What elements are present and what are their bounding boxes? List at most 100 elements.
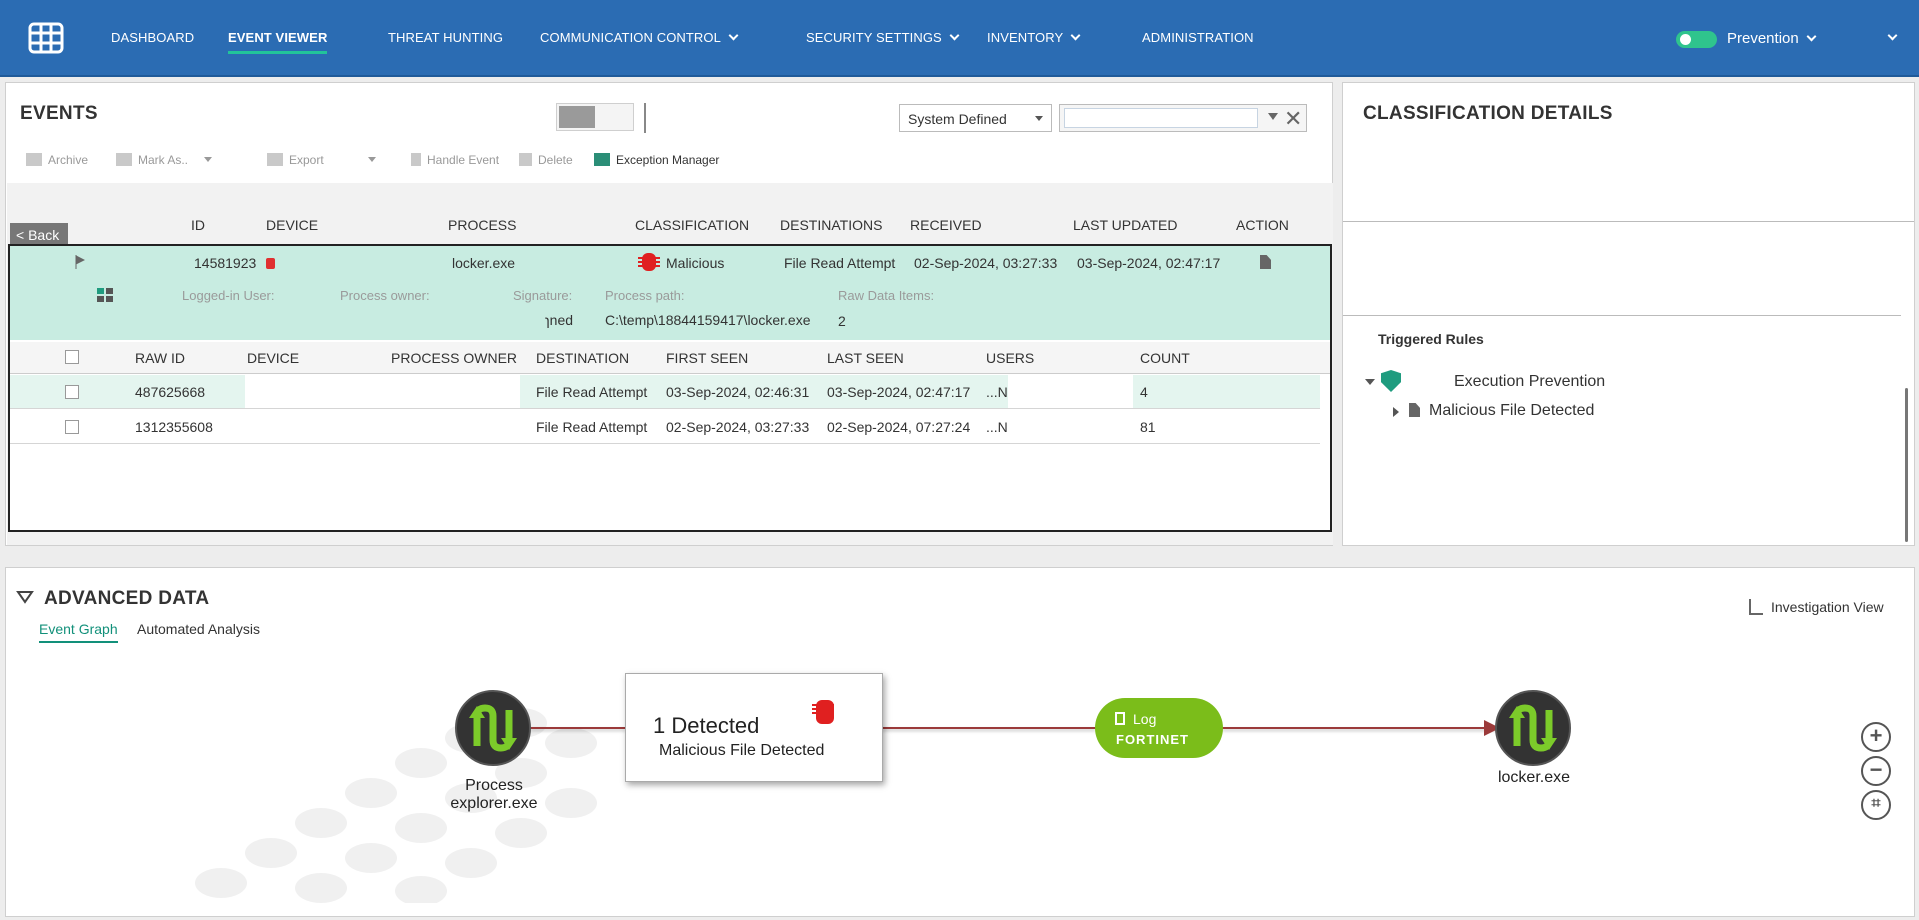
target-node[interactable] [1495,690,1571,766]
chevron-down-icon [1887,30,1898,41]
search-dropdown-icon[interactable] [1268,113,1278,120]
raw-users: ...N [986,384,1008,400]
collapse-icon[interactable] [1365,379,1375,385]
col-users[interactable]: USERS [986,350,1034,366]
zoom-in-button[interactable]: + [1861,722,1891,752]
detected-rule: Malicious File Detected [659,742,825,759]
col-device[interactable]: DEVICE [266,217,318,233]
target-node-name: locker.exe [1497,769,1571,786]
process-owner-label: Process owner: [340,288,430,303]
exception-manager-button[interactable]: Exception Manager [594,153,719,167]
raw-last-seen: 03-Sep-2024, 02:47:17 [827,384,971,400]
col-count[interactable]: COUNT [1140,350,1190,366]
detected-count: 1 Detected [653,713,760,738]
col-destinations[interactable]: DESTINATIONS [780,217,882,233]
nav-label: COMMUNICATION CONTROL [540,30,721,45]
device-view-icon[interactable] [559,106,595,128]
delete-button[interactable]: Delete [519,153,573,167]
tree-view-icon [1749,599,1763,615]
col-raw-device[interactable]: DEVICE [247,350,299,366]
select-all-checkbox[interactable] [65,350,79,364]
table-row[interactable]: 1312355608 File Read Attempt 02-Sep-2024… [10,410,1320,444]
row-checkbox[interactable] [65,420,79,434]
flag-icon [411,153,421,166]
raw-id: 1312355608 [135,419,213,435]
action-icon[interactable] [1260,255,1271,272]
policy-name[interactable]: Execution Prevention [1454,373,1605,391]
process-path-value: C:\temp\18844159417\locker.exe [605,312,811,328]
log-node[interactable]: Log FORTINET [1095,698,1223,758]
process-node-name: explorer.exe [450,795,538,812]
event-destinations: File Read Attempt [784,255,896,271]
nav-security-settings[interactable]: SECURITY SETTINGS [806,30,960,45]
process-icon [1509,704,1557,752]
exception-manager-icon [594,153,610,166]
nav-threat-hunting[interactable]: THREAT HUNTING [388,30,503,45]
handle-event-label: Handle Event [427,153,500,167]
investigation-view-button[interactable]: Investigation View [1749,599,1884,615]
clear-icon[interactable]: ✕ [1284,106,1302,132]
chevron-down-icon [728,30,739,41]
col-destination[interactable]: DESTINATION [536,350,629,366]
raw-id: 487625668 [135,384,206,400]
col-received[interactable]: RECEIVED [910,217,982,233]
handle-event-button[interactable]: Handle Event [411,153,499,167]
prevention-toggle[interactable] [1676,31,1717,48]
envelope-icon [116,153,132,166]
top-navigation: DASHBOARD EVENT VIEWER THREAT HUNTING CO… [0,0,1919,77]
col-last-updated[interactable]: LAST UPDATED [1073,217,1178,233]
row-checkbox[interactable] [65,385,79,399]
archive-button[interactable]: Archive [26,153,88,167]
divider [1343,315,1901,316]
filter-select[interactable]: System Defined [899,104,1052,132]
export-icon [267,153,283,166]
classification-title: CLASSIFICATION DETAILS [1363,103,1613,124]
fortinet-logo-icon[interactable] [26,22,66,54]
advanced-data-panel: ADVANCED DATA [5,567,1915,917]
col-id[interactable]: ID [191,217,205,233]
nav-inventory[interactable]: INVENTORY [987,30,1081,45]
nav-communication-control[interactable]: COMMUNICATION CONTROL [540,30,739,45]
caret-down-icon [367,157,376,162]
nav-dashboard[interactable]: DASHBOARD [111,30,194,45]
mark-as-button[interactable]: Mark As.. [116,153,213,167]
tab-automated-analysis[interactable]: Automated Analysis [137,621,260,637]
logged-in-user-label: Logged-in User: [182,288,275,303]
expand-icon[interactable] [1393,407,1399,417]
mode-dropdown[interactable]: Prevention [1727,30,1817,47]
search-input[interactable] [1064,108,1258,128]
col-classification[interactable]: CLASSIFICATION [635,217,749,233]
nav-label: INVENTORY [987,30,1064,45]
rule-name[interactable]: Malicious File Detected [1429,402,1594,420]
col-process-owner[interactable]: PROCESS OWNER [391,350,517,366]
expand-icon[interactable] [96,287,114,306]
flag-icon[interactable] [75,255,85,269]
col-raw-id[interactable]: RAW ID [135,350,185,366]
col-first-seen[interactable]: FIRST SEEN [666,350,748,366]
archive-icon [26,153,42,166]
process-node[interactable] [455,690,531,766]
nav-event-viewer[interactable]: EVENT VIEWER [228,30,328,54]
col-process[interactable]: PROCESS [448,217,516,233]
zoom-out-button[interactable]: − [1861,756,1891,786]
table-row[interactable]: 14581923 locker.exe Malicious File Read … [10,246,1330,278]
fit-to-screen-button[interactable]: ⌗ [1861,790,1891,820]
table-row[interactable]: 487625668 File Read Attempt 03-Sep-2024,… [10,375,1320,409]
raw-count: 81 [1140,419,1156,435]
col-last-seen[interactable]: LAST SEEN [827,350,904,366]
detection-node[interactable]: 1 Detected Malicious File Detected [625,673,883,782]
selected-event: 14581923 locker.exe Malicious File Read … [8,244,1332,532]
signature-label: Signature: [513,288,573,303]
col-action[interactable]: ACTION [1236,217,1289,233]
collapse-icon[interactable] [16,590,34,604]
event-id: 14581923 [194,255,257,271]
nav-administration[interactable]: ADMINISTRATION [1142,30,1254,45]
scrollbar[interactable] [1905,388,1908,542]
event-detail: Logged-in User: Process owner: Signature… [10,278,1330,340]
user-menu-button[interactable] [1880,30,1898,45]
export-button[interactable]: Export [267,153,376,167]
tab-event-graph[interactable]: Event Graph [39,621,118,643]
view-toggle[interactable] [556,103,634,131]
log-label: Log [1133,711,1157,727]
delete-label: Delete [538,153,573,167]
